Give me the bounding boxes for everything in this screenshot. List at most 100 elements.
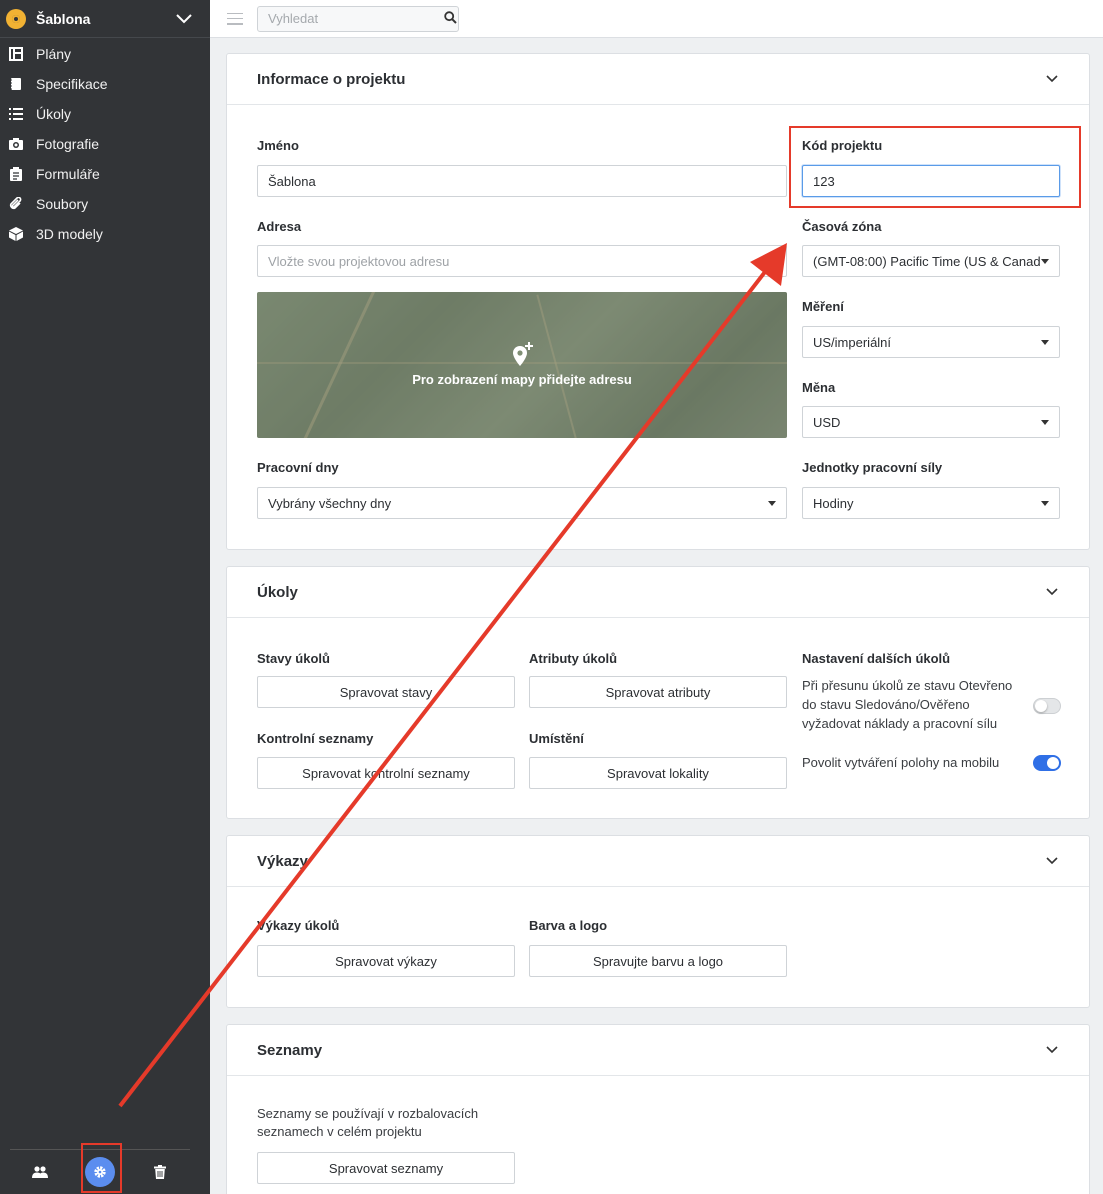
tasks-card: Úkoly Stavy úkolů Spravovat stavy Atribu…: [226, 566, 1090, 819]
trash-icon[interactable]: [145, 1157, 175, 1187]
hamburger-menu-icon[interactable]: [227, 12, 243, 25]
map-preview: Pro zobrazení mapy přidejte adresu: [257, 292, 787, 438]
workdays-label: Pracovní dny: [257, 460, 339, 475]
search-box: [257, 5, 459, 32]
card-body: Seznamy se používají v rozbalovacích sez…: [227, 1076, 1089, 1194]
manage-attributes-button[interactable]: Spravovat atributy: [529, 676, 787, 708]
card-header[interactable]: Informace o projektu: [227, 54, 1089, 105]
card-title: Seznamy: [257, 1041, 323, 1059]
chevron-down-icon[interactable]: [1045, 72, 1059, 86]
task-attributes-label: Atributy úkolů: [529, 651, 618, 666]
timezone-select[interactable]: (GMT-08:00) Pacific Time (US & Canada): [802, 245, 1060, 277]
sidebar-item-label: Fotografie: [36, 136, 100, 152]
search-input[interactable]: [268, 11, 444, 26]
manage-locations-button[interactable]: Spravovat lokality: [529, 757, 787, 789]
project-code-field[interactable]: [802, 165, 1060, 197]
caret-down-icon: [1041, 500, 1049, 506]
sidebar-item-forms[interactable]: Formuláře: [0, 159, 210, 189]
card-body: Jméno Kód projektu Adresa Pro zobrazení …: [227, 105, 1089, 549]
sidebar-item-tasks[interactable]: Úkoly: [0, 99, 210, 129]
caret-down-icon: [768, 500, 776, 506]
card-header[interactable]: Úkoly: [227, 567, 1089, 618]
card-body: Výkazy úkolů Spravovat výkazy Barva a lo…: [227, 887, 1089, 1007]
search-icon[interactable]: [444, 10, 457, 27]
sidebar: Šablona Plány Specifikace Úkoly Fotograf…: [0, 0, 210, 1194]
require-costs-toggle[interactable]: [1033, 698, 1061, 714]
card-header[interactable]: Výkazy: [227, 836, 1089, 887]
map-hint-text: Pro zobrazení mapy přidejte adresu: [412, 372, 632, 387]
code-label: Kód projektu: [802, 138, 883, 153]
manage-checklists-button[interactable]: Spravovat kontrolní seznamy: [257, 757, 515, 789]
card-title: Informace o projektu: [257, 70, 406, 88]
sidebar-item-label: Soubory: [36, 196, 89, 212]
project-info-card: Informace o projektu Jméno Kód projektu …: [226, 53, 1090, 550]
sidebar-item-specs[interactable]: Specifikace: [0, 69, 210, 99]
timezone-value: (GMT-08:00) Pacific Time (US & Canada): [813, 253, 1041, 269]
sidebar-item-label: Specifikace: [36, 76, 108, 92]
sidebar-item-files[interactable]: Soubory: [0, 189, 210, 219]
address-label: Adresa: [257, 219, 302, 234]
top-bar: [210, 0, 1103, 38]
workdays-select[interactable]: Vybrány všechny dny: [257, 487, 787, 519]
location-label: Umístění: [529, 731, 584, 746]
sidebar-item-plans[interactable]: Plány: [0, 39, 210, 69]
manage-lists-button[interactable]: Spravovat seznamy: [257, 1152, 515, 1184]
task-states-label: Stavy úkolů: [257, 651, 330, 666]
name-label: Jméno: [257, 138, 299, 153]
add-location-pin-icon[interactable]: [510, 342, 534, 368]
sidebar-item-photos[interactable]: Fotografie: [0, 129, 210, 159]
list-icon: [9, 107, 23, 121]
mobile-location-toggle[interactable]: [1033, 755, 1061, 771]
mobile-location-text: Povolit vytváření polohy na mobilu: [802, 755, 1000, 770]
plans-icon: [9, 47, 23, 61]
annotation-highlight-settings: [81, 1143, 122, 1193]
manage-reports-button[interactable]: Spravovat výkazy: [257, 945, 515, 977]
sidebar-item-3d-models[interactable]: 3D modely: [0, 219, 210, 249]
sidebar-item-label: Úkoly: [36, 106, 72, 122]
measurement-value: US/imperiální: [813, 334, 892, 350]
labor-units-select[interactable]: Hodiny: [802, 487, 1060, 519]
checklists-label: Kontrolní seznamy: [257, 731, 374, 746]
caret-down-icon: [1041, 419, 1049, 425]
cube-icon: [9, 227, 23, 241]
lists-card: Seznamy Seznamy se používají v rozbalova…: [226, 1024, 1090, 1194]
labor-units-label: Jednotky pracovní síly: [802, 460, 943, 475]
specs-icon: [9, 77, 23, 91]
project-switcher[interactable]: Šablona: [0, 0, 210, 38]
card-title: Úkoly: [257, 583, 298, 601]
labor-units-value: Hodiny: [813, 495, 854, 511]
require-costs-text: Při přesunu úkolů ze stavu Otevřeno do s…: [802, 678, 1013, 731]
sidebar-item-label: 3D modely: [36, 226, 103, 242]
project-logo-icon: [6, 8, 26, 29]
card-body: Stavy úkolů Spravovat stavy Atributy úko…: [227, 618, 1089, 818]
card-header[interactable]: Seznamy: [227, 1025, 1089, 1076]
measure-label: Měření: [802, 299, 844, 314]
currency-value: USD: [813, 414, 841, 430]
main-content: Informace o projektu Jméno Kód projektu …: [226, 53, 1090, 1194]
chevron-down-icon[interactable]: [1045, 854, 1059, 868]
camera-icon: [9, 137, 23, 151]
caret-down-icon: [1041, 339, 1049, 345]
lists-description: Seznamy se používají v rozbalovacích sez…: [257, 1106, 479, 1139]
name-field[interactable]: [257, 165, 787, 197]
address-field[interactable]: [257, 245, 787, 277]
timezone-label: Časová zóna: [802, 219, 882, 234]
task-reports-label: Výkazy úkolů: [257, 918, 340, 933]
sidebar-item-label: Plány: [36, 46, 72, 62]
reports-card: Výkazy Výkazy úkolů Spravovat výkazy Bar…: [226, 835, 1090, 1008]
currency-select[interactable]: USD: [802, 406, 1060, 438]
chevron-down-icon[interactable]: [1045, 585, 1059, 599]
measurement-select[interactable]: US/imperiální: [802, 326, 1060, 358]
chevron-down-icon[interactable]: [176, 11, 192, 27]
currency-label: Měna: [802, 380, 836, 395]
workdays-value: Vybrány všechny dny: [268, 495, 392, 511]
color-logo-label: Barva a logo: [529, 918, 608, 933]
card-title: Výkazy: [257, 852, 308, 870]
manage-color-logo-button[interactable]: Spravujte barvu a logo: [529, 945, 787, 977]
project-name: Šablona: [36, 10, 91, 27]
manage-states-button[interactable]: Spravovat stavy: [257, 676, 515, 708]
sidebar-item-label: Formuláře: [36, 166, 100, 182]
chevron-down-icon[interactable]: [1045, 1043, 1059, 1057]
more-task-settings-label: Nastavení dalších úkolů: [802, 651, 951, 666]
people-icon[interactable]: [25, 1157, 55, 1187]
